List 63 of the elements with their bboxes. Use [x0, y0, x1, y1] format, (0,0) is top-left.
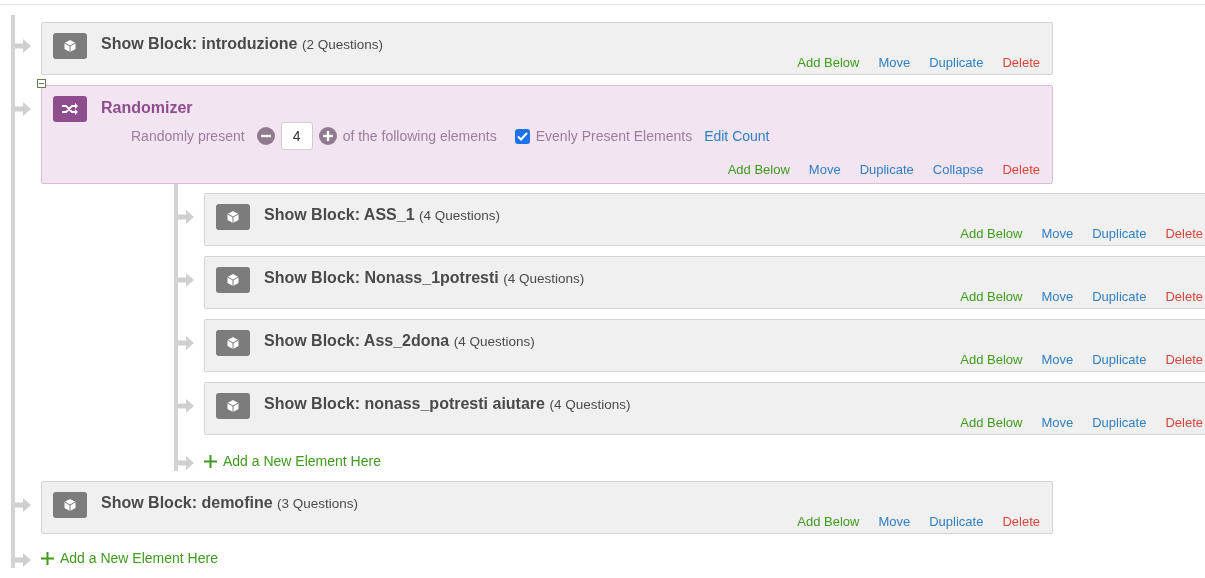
flow-arrow	[178, 272, 194, 288]
move-link[interactable]: Move	[808, 162, 841, 177]
delete-link[interactable]: Delete	[1002, 514, 1040, 529]
flow-arrow	[178, 398, 194, 414]
move-link[interactable]: Move	[1041, 226, 1074, 241]
plus-icon	[41, 551, 54, 565]
delete-link[interactable]: Delete	[1002, 162, 1040, 177]
add-element-link[interactable]: Add a New Element Here	[41, 548, 218, 566]
delete-link[interactable]: Delete	[1002, 55, 1040, 70]
cube-icon	[63, 498, 77, 512]
block-title: Show Block: Nonass_1potresti (4 Questions)	[264, 268, 585, 287]
block-title: Show Block: nonass_potresti aiutare (4 Questions)	[264, 394, 631, 413]
cube-icon	[226, 399, 240, 413]
minus-icon[interactable]	[256, 127, 275, 145]
add-element-link[interactable]: Add a New Element Here	[204, 445, 381, 469]
following-elements-label: of the following elements	[342, 128, 497, 144]
count-input[interactable]: 4	[280, 122, 313, 150]
collapse-link[interactable]: Collapse	[932, 162, 984, 177]
delete-link[interactable]: Delete	[1165, 352, 1203, 367]
add-link[interactable]: Add Below	[960, 226, 1023, 241]
edit-count-link[interactable]: Edit Count	[704, 128, 770, 144]
block-title: Show Block: demofine (3 Questions)	[101, 493, 359, 512]
add-link[interactable]: Add Below	[960, 415, 1023, 430]
duplicate-link[interactable]: Duplicate	[859, 162, 914, 177]
move-link[interactable]: Move	[878, 514, 911, 529]
add-link[interactable]: Add Below	[960, 289, 1023, 304]
collapse-toggle-icon[interactable]	[37, 79, 46, 88]
block-title: Show Block: introduzione (2 Questions)	[101, 34, 383, 53]
delete-link[interactable]: Delete	[1165, 289, 1203, 304]
flow-arrow	[15, 38, 31, 54]
flow-arrow	[178, 209, 194, 225]
flow-arrow	[15, 497, 31, 513]
delete-link[interactable]: Delete	[1165, 226, 1203, 241]
plus-icon	[204, 454, 217, 468]
add-link[interactable]: Add Below	[960, 352, 1023, 367]
flow-arrow	[15, 101, 31, 117]
add-link[interactable]: Add Below	[727, 162, 790, 177]
duplicate-link[interactable]: Duplicate	[929, 55, 984, 70]
evenly-checkbox[interactable]	[514, 128, 530, 144]
randomizer-title: Randomizer	[101, 98, 193, 117]
add-link[interactable]: Add Below	[797, 55, 860, 70]
randomly-present-label: Randomly present	[131, 128, 245, 144]
duplicate-link[interactable]: Duplicate	[1092, 289, 1147, 304]
block-title: Show Block: ASS_1 (4 Questions)	[264, 205, 501, 224]
move-link[interactable]: Move	[1041, 289, 1074, 304]
plus-icon[interactable]	[318, 127, 337, 145]
cube-icon	[226, 273, 240, 287]
cube-icon	[63, 39, 77, 53]
cube-icon	[226, 210, 240, 224]
move-link[interactable]: Move	[1041, 415, 1074, 430]
evenly-label: Evenly Present Elements	[535, 128, 693, 144]
duplicate-link[interactable]: Duplicate	[929, 514, 984, 529]
duplicate-link[interactable]: Duplicate	[1092, 226, 1147, 241]
duplicate-link[interactable]: Duplicate	[1092, 352, 1147, 367]
delete-link[interactable]: Delete	[1165, 415, 1203, 430]
block-title: Show Block: Ass_2dona (4 Questions)	[264, 331, 535, 350]
move-link[interactable]: Move	[1041, 352, 1074, 367]
cube-icon	[226, 336, 240, 350]
duplicate-link[interactable]: Duplicate	[1092, 415, 1147, 430]
shuffle-icon	[53, 96, 87, 122]
move-link[interactable]: Move	[878, 55, 911, 70]
add-link[interactable]: Add Below	[797, 514, 860, 529]
flow-arrow	[178, 335, 194, 351]
